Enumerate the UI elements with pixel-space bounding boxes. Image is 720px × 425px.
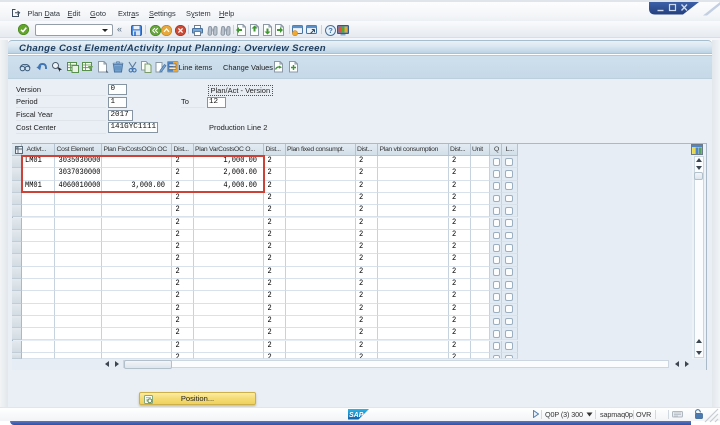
svg-text:SAP: SAP <box>349 412 364 419</box>
svg-text:?: ? <box>328 26 333 35</box>
